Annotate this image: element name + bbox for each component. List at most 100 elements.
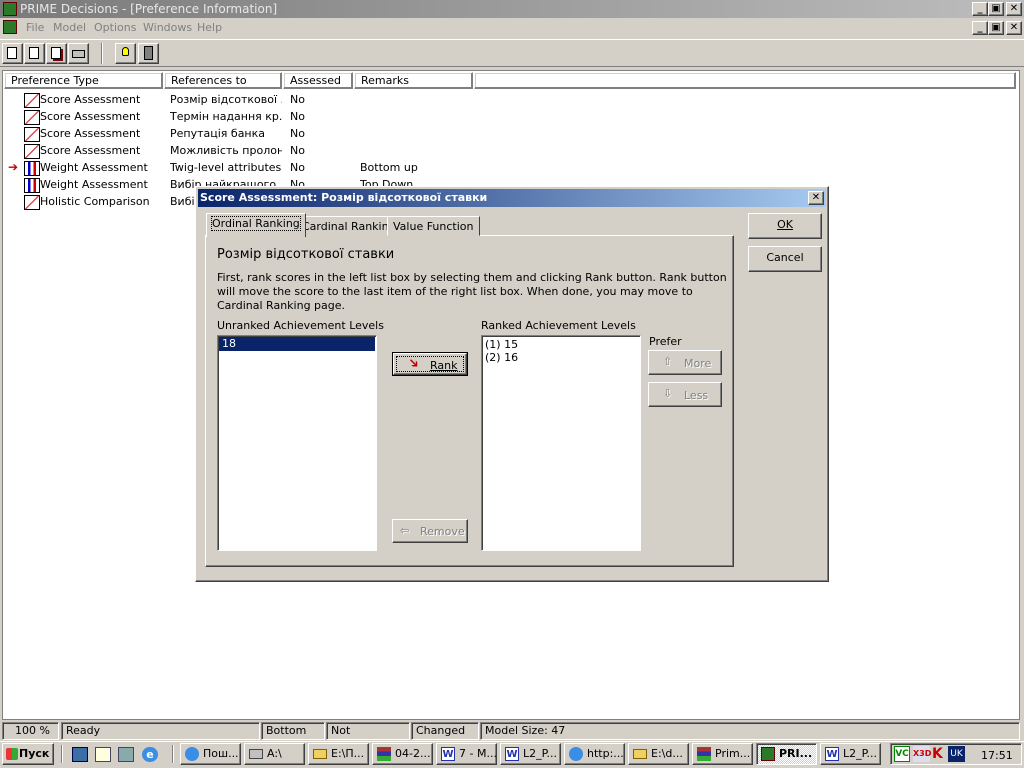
app-title: PRIME Decisions - [Preference Informatio… xyxy=(20,2,278,16)
tab-ordinal-ranking[interactable]: Ordinal Ranking xyxy=(206,213,306,237)
ie-icon xyxy=(569,747,583,761)
notepad-icon[interactable] xyxy=(95,747,111,762)
restore-icon[interactable]: ▣ xyxy=(988,2,1004,16)
menu-file[interactable]: File xyxy=(26,21,44,34)
table-row[interactable]: Score Assessment Термін надання кр... No xyxy=(4,108,1016,125)
task-button[interactable]: Prim... xyxy=(692,743,753,765)
score-icon xyxy=(24,110,40,125)
menu-windows[interactable]: Windows xyxy=(143,21,192,34)
ok-button[interactable]: OK xyxy=(748,213,822,239)
row-type: Score Assessment xyxy=(40,127,141,140)
winrar-icon xyxy=(377,747,391,761)
save-icon[interactable] xyxy=(46,43,67,64)
task-button[interactable]: E:\П... xyxy=(308,743,369,765)
task-label: L2_P... xyxy=(523,747,558,760)
row-type: Score Assessment xyxy=(40,110,141,123)
task-button[interactable]: 04-2... xyxy=(372,743,433,765)
score-icon xyxy=(24,127,40,142)
folder-icon xyxy=(313,749,327,759)
ie-icon[interactable]: e xyxy=(142,747,158,762)
task-button[interactable]: W L2_P... xyxy=(820,743,881,765)
attribute-heading: Розмір відсоткової ставки xyxy=(217,247,395,262)
table-row[interactable]: Score Assessment Розмір відсоткової ... … xyxy=(4,91,1016,108)
weight-icon xyxy=(24,161,40,176)
task-label: E:\d... xyxy=(651,747,683,760)
task-button[interactable]: http:... xyxy=(564,743,625,765)
less-button[interactable]: ⇩ Less xyxy=(648,382,722,407)
toolbar xyxy=(0,39,1024,67)
task-button[interactable]: W 7 - M... xyxy=(436,743,497,765)
row-ref: Розмір відсоткової ... xyxy=(170,93,282,106)
task-button[interactable]: A:\ xyxy=(244,743,305,765)
status-model-size: Model Size: 47 xyxy=(480,722,1020,740)
xear-icon[interactable]: X3D xyxy=(913,746,931,762)
unranked-listbox[interactable]: 18 xyxy=(217,335,377,551)
doc-restore-icon[interactable]: ▣ xyxy=(988,21,1004,35)
open-icon[interactable] xyxy=(24,43,45,64)
menu-bar: File Model Options Windows Help _ ▣ ✕ xyxy=(0,18,1024,38)
row-type: Weight Assessment xyxy=(40,178,148,191)
toolbar-separator xyxy=(101,43,103,64)
column-header-remarks[interactable]: Remarks xyxy=(354,72,473,89)
table-row[interactable]: ➔ Weight Assessment Twig-level attribute… xyxy=(4,159,1016,176)
word-icon: W xyxy=(441,747,455,761)
menu-model[interactable]: Model xyxy=(53,21,86,34)
start-button[interactable]: Пуск xyxy=(2,743,54,765)
task-label: PRI... xyxy=(779,747,813,760)
table-row[interactable]: Score Assessment Можливість пролон... No xyxy=(4,142,1016,159)
dialog-close-icon[interactable]: ✕ xyxy=(808,191,824,205)
desktop-icon[interactable] xyxy=(72,747,88,762)
quicklaunch-separator xyxy=(61,745,63,763)
more-label: More xyxy=(684,357,712,370)
row-assessed: No xyxy=(290,127,305,140)
doc-close-icon[interactable]: ✕ xyxy=(1006,21,1022,35)
row-ref: Репутація банка xyxy=(170,127,266,140)
print-icon[interactable] xyxy=(68,43,89,64)
ie-icon xyxy=(185,747,199,761)
kaspersky-icon[interactable]: K xyxy=(932,746,946,762)
remove-button[interactable]: ⇦ Remove xyxy=(392,519,468,543)
vc-icon[interactable]: VC xyxy=(894,746,910,762)
tab-cardinal-ranking[interactable]: Cardinal Ranking xyxy=(296,216,402,236)
list-item[interactable]: 18 xyxy=(219,337,375,351)
task-button-active[interactable]: PRI... xyxy=(756,743,817,765)
doc-minimize-icon[interactable]: _ xyxy=(972,21,988,35)
explorer-icon[interactable] xyxy=(118,747,134,762)
app-titlebar: PRIME Decisions - [Preference Informatio… xyxy=(0,0,1024,18)
rank-button[interactable]: ➔ Rank xyxy=(392,352,468,376)
language-indicator[interactable]: UK xyxy=(948,746,965,762)
list-item[interactable]: (1) 15 xyxy=(485,338,518,351)
table-row[interactable]: Score Assessment Репутація банка No xyxy=(4,125,1016,142)
tab-value-function[interactable]: Value Function xyxy=(387,216,480,236)
windows-logo-icon xyxy=(6,748,18,760)
row-ref: Термін надання кр... xyxy=(170,110,282,123)
column-header-references[interactable]: References to xyxy=(164,72,282,89)
column-header-assessed[interactable]: Assessed xyxy=(283,72,353,89)
row-type: Weight Assessment xyxy=(40,161,148,174)
cancel-button[interactable]: Cancel xyxy=(748,246,822,272)
tab-ordinal-label: Ordinal Ranking xyxy=(211,216,301,231)
ranked-listbox[interactable]: (1) 15 (2) 16 xyxy=(481,335,641,551)
row-assessed: No xyxy=(290,144,305,157)
instructions-text: First, rank scores in the left list box … xyxy=(217,271,727,312)
new-icon[interactable] xyxy=(2,43,23,64)
menu-help[interactable]: Help xyxy=(197,21,222,34)
task-button[interactable]: E:\d... xyxy=(628,743,689,765)
list-item[interactable]: (2) 16 xyxy=(485,351,518,364)
clock[interactable]: 17:51 xyxy=(981,749,1013,762)
folder-icon xyxy=(633,749,647,759)
menu-options[interactable]: Options xyxy=(94,21,136,34)
row-assessed: No xyxy=(290,110,305,123)
calculator-icon[interactable] xyxy=(138,43,159,64)
row-ref: Twig-level attributes xyxy=(170,161,282,174)
task-button[interactable]: W L2_P... xyxy=(500,743,561,765)
task-label: 04-2... xyxy=(395,747,431,760)
task-label: 7 - M... xyxy=(459,747,497,760)
status-normalized: Not normalized xyxy=(326,722,410,753)
minimize-icon[interactable]: _ xyxy=(972,2,988,16)
close-icon[interactable]: ✕ xyxy=(1006,2,1022,16)
more-button[interactable]: ⇧ More xyxy=(648,350,722,375)
column-header-type[interactable]: Preference Type xyxy=(4,72,163,89)
task-button[interactable]: Пош... xyxy=(180,743,241,765)
bulb-icon[interactable] xyxy=(115,43,136,64)
